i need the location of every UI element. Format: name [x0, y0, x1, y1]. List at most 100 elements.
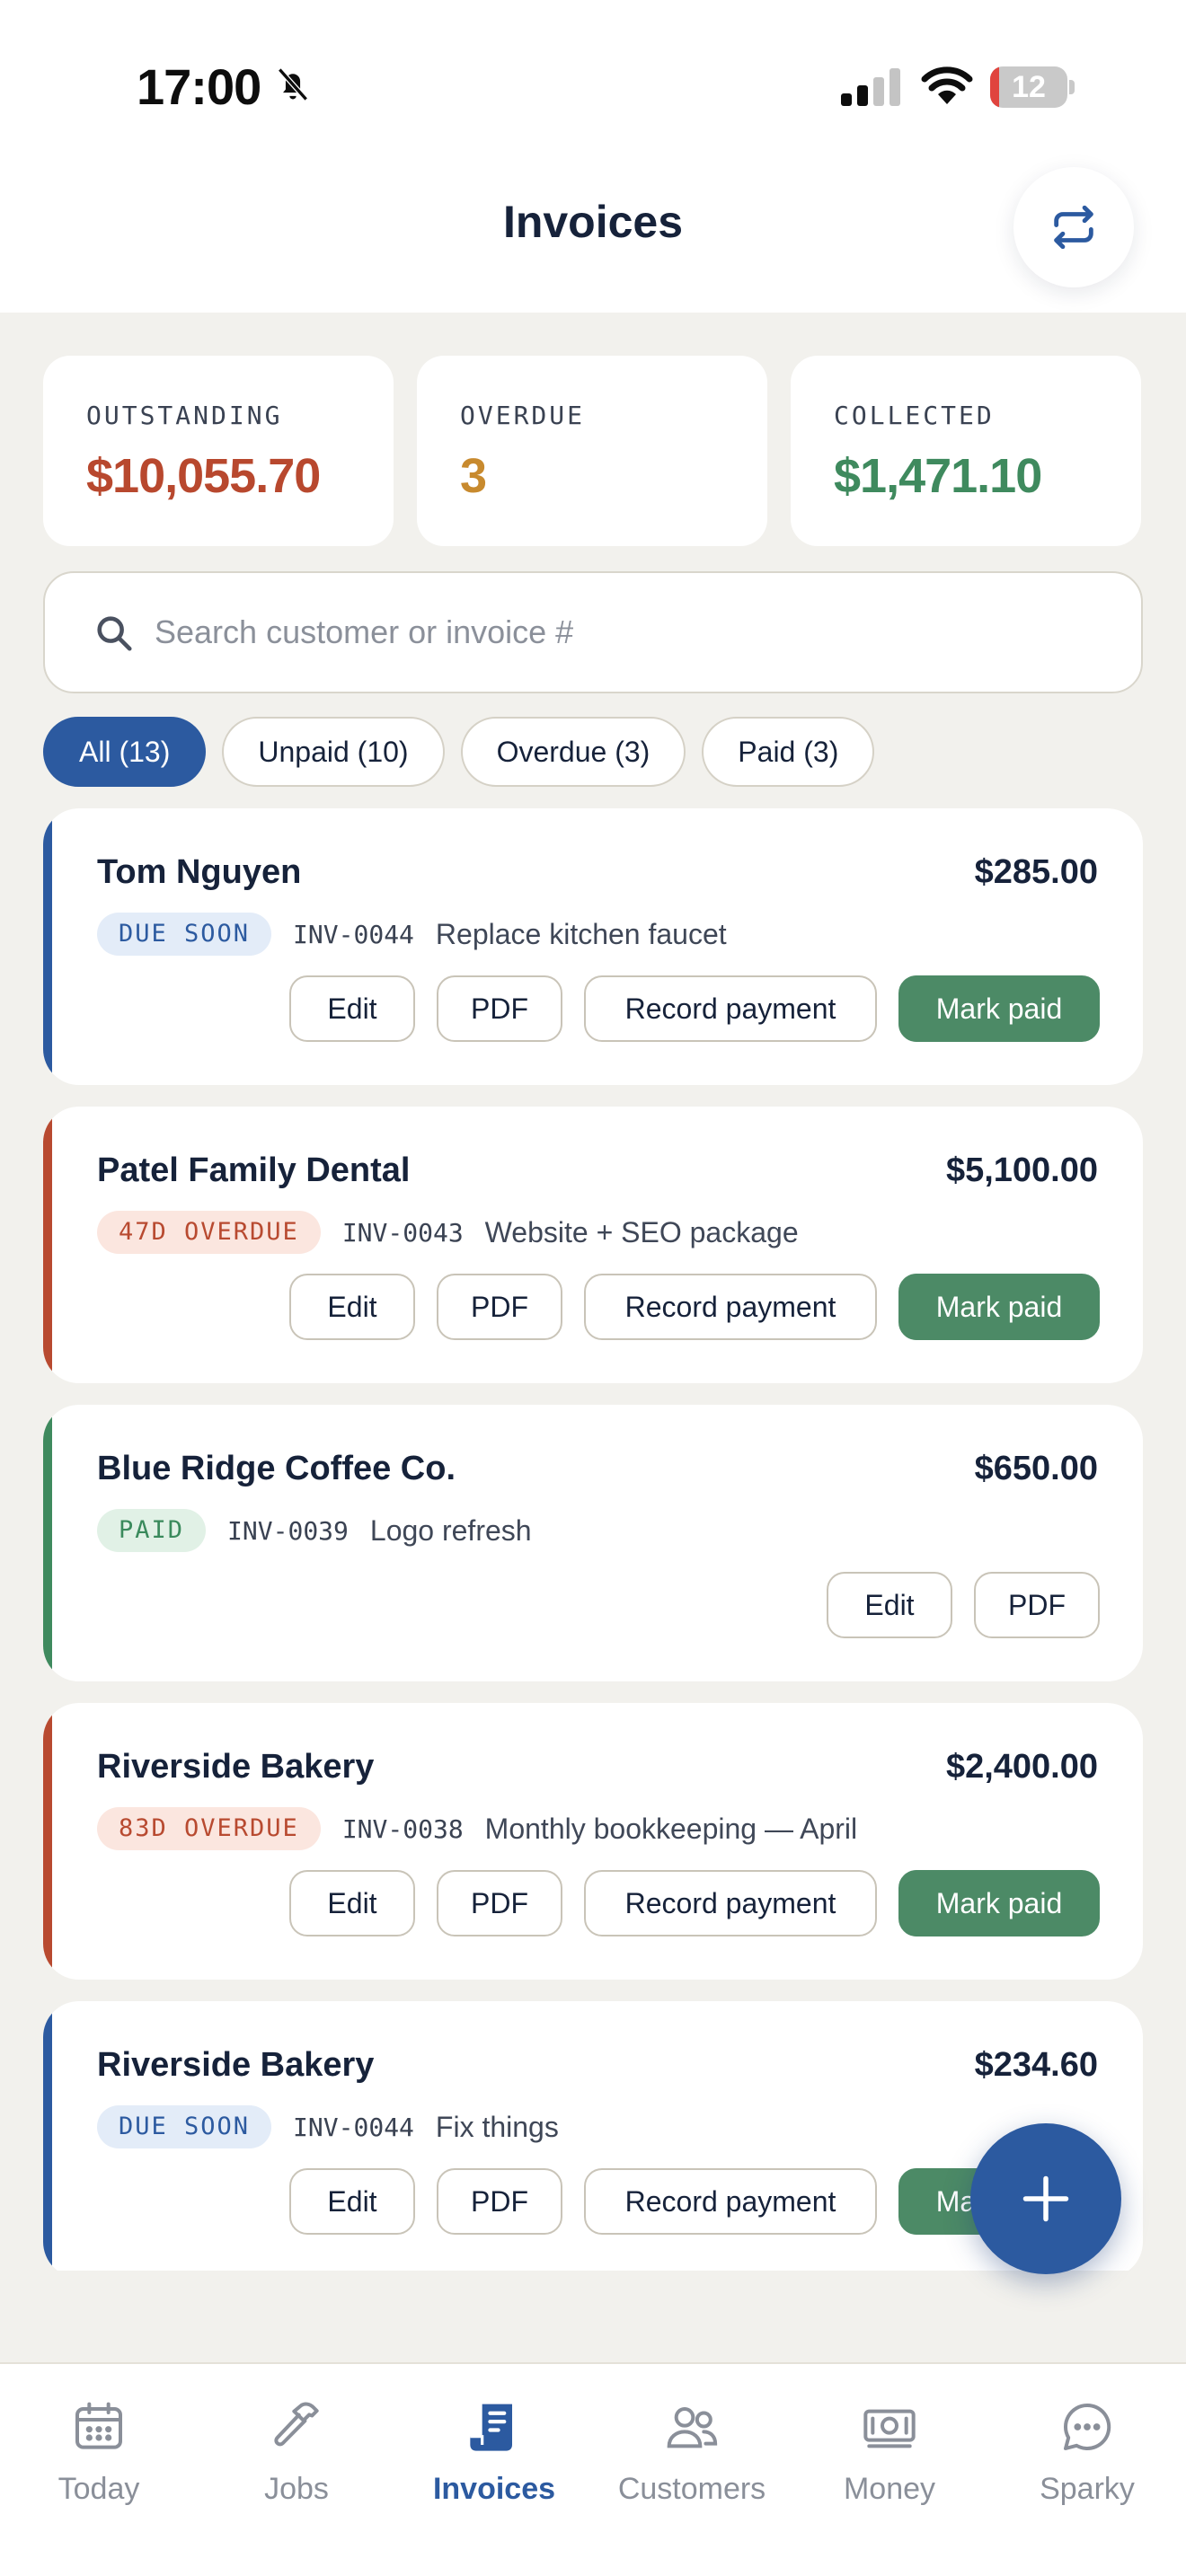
record-payment-button[interactable]: Record payment	[584, 2168, 877, 2235]
edit-button[interactable]: Edit	[289, 2168, 415, 2235]
search-box[interactable]	[43, 571, 1143, 693]
banknote-icon	[863, 2409, 916, 2448]
status-stripe	[43, 1107, 52, 1383]
tab-today[interactable]: Today	[0, 2364, 198, 2544]
stat-card-outstanding: OUTSTANDING $10,055.70	[43, 356, 394, 546]
record-payment-button[interactable]: Record payment	[584, 1870, 877, 1936]
status-badge: DUE SOON	[97, 2105, 272, 2148]
record-payment-button[interactable]: Record payment	[584, 975, 877, 1042]
mark-paid-button[interactable]: Mark paid	[898, 975, 1100, 1042]
pdf-button[interactable]: PDF	[437, 1274, 562, 1340]
invoice-number: INV-0044	[293, 919, 414, 949]
invoice-description: Logo refresh	[369, 1513, 532, 1547]
search-icon	[97, 616, 132, 651]
mark-paid-button[interactable]: Mark paid	[898, 1870, 1100, 1936]
invoice-amount: $5,100.00	[945, 1151, 1098, 1189]
tab-invoices[interactable]: Invoices	[395, 2364, 593, 2544]
filter-chip-all[interactable]: All (13)	[43, 717, 207, 787]
stat-card-overdue: OVERDUE 3	[417, 356, 767, 546]
stat-value-collected: $1,471.10	[834, 449, 1042, 503]
status-badge: 83D OVERDUE	[97, 1807, 321, 1850]
repeat-arrows-icon	[1054, 205, 1093, 250]
invoice-customer: Patel Family Dental	[97, 1151, 411, 1189]
pdf-button[interactable]: PDF	[974, 1572, 1100, 1638]
stat-label: OVERDUE	[460, 401, 586, 430]
battery-indicator: 12	[990, 66, 1075, 108]
invoice-description: Fix things	[435, 2110, 559, 2143]
record-payment-button[interactable]: Record payment	[584, 1274, 877, 1340]
edit-button[interactable]: Edit	[289, 975, 415, 1042]
tab-label: Customers	[617, 2472, 766, 2506]
chat-bubble-icon	[1064, 2403, 1111, 2450]
page-title: Invoices	[502, 197, 684, 247]
edit-button[interactable]: Edit	[827, 1572, 952, 1638]
invoice-description: Replace kitchen faucet	[435, 917, 727, 950]
invoice-description: Monthly bookkeeping — April	[484, 1812, 858, 1845]
top-bar: 17:00 12 Invoices	[0, 0, 1186, 313]
pdf-button[interactable]: PDF	[437, 975, 562, 1042]
filter-chips: All (13) Unpaid (10) Overdue (3) Paid (3…	[43, 717, 875, 787]
status-stripe	[43, 2001, 52, 2271]
invoice-number: INV-0044	[293, 2112, 414, 2142]
status-stripe	[43, 808, 52, 1085]
tab-label: Today	[58, 2472, 140, 2506]
calendar-icon	[75, 2402, 122, 2449]
invoice-card[interactable]: Blue Ridge Coffee Co. $650.00 PAID INV-0…	[43, 1405, 1143, 1681]
search-input[interactable]	[155, 573, 1107, 692]
invoice-card[interactable]: Tom Nguyen $285.00 DUE SOON INV-0044 Rep…	[43, 808, 1143, 1085]
invoice-customer: Riverside Bakery	[97, 1748, 375, 1786]
status-stripe	[43, 1703, 52, 1980]
pdf-button[interactable]: PDF	[437, 2168, 562, 2235]
status-badge: 47D OVERDUE	[97, 1211, 321, 1254]
invoice-customer: Tom Nguyen	[97, 853, 302, 891]
filter-chip-unpaid[interactable]: Unpaid (10)	[222, 717, 445, 787]
filter-chip-paid[interactable]: Paid (3)	[702, 717, 875, 787]
status-badge: DUE SOON	[97, 913, 272, 956]
cellular-signal-icon	[841, 68, 900, 106]
invoice-number: INV-0043	[341, 1217, 464, 1248]
stat-value-outstanding: $10,055.70	[86, 449, 321, 503]
wifi-icon	[921, 66, 973, 104]
tab-label: Sparky	[1040, 2472, 1135, 2506]
hammer-icon	[274, 2402, 319, 2447]
pdf-button[interactable]: PDF	[437, 1870, 562, 1936]
receipt-icon	[470, 2404, 512, 2451]
invoice-customer: Blue Ridge Coffee Co.	[97, 1450, 456, 1487]
invoice-card[interactable]: Riverside Bakery $2,400.00 83D OVERDUE I…	[43, 1703, 1143, 1980]
tab-label: Invoices	[432, 2472, 556, 2506]
tab-label: Jobs	[264, 2472, 329, 2506]
edit-button[interactable]: Edit	[289, 1870, 415, 1936]
sync-button[interactable]	[1013, 167, 1134, 287]
invoice-amount: $2,400.00	[945, 1748, 1098, 1786]
silent-bell-icon	[278, 67, 308, 101]
invoice-description: Website + SEO package	[484, 1215, 799, 1248]
invoice-number: INV-0038	[341, 1813, 464, 1844]
mark-paid-button[interactable]: Mark paid	[898, 1274, 1100, 1340]
edit-button[interactable]: Edit	[289, 1274, 415, 1340]
status-badge: PAID	[97, 1509, 207, 1552]
stat-card-collected: COLLECTED $1,471.10	[791, 356, 1141, 546]
stat-label: OUTSTANDING	[86, 401, 283, 430]
add-invoice-button[interactable]	[970, 2123, 1121, 2274]
invoice-amount: $650.00	[974, 1450, 1098, 1487]
tab-sparky[interactable]: Sparky	[988, 2364, 1186, 2544]
tab-bar: Today Jobs Invoices Customers Money Spar…	[0, 2362, 1186, 2576]
plus-icon	[1022, 2175, 1069, 2222]
invoice-customer: Riverside Bakery	[97, 2046, 375, 2084]
stat-label: COLLECTED	[834, 401, 995, 430]
invoice-number: INV-0039	[227, 1515, 349, 1546]
invoice-amount: $234.60	[974, 2046, 1098, 2084]
tab-customers[interactable]: Customers	[593, 2364, 791, 2544]
invoice-card[interactable]: Patel Family Dental $5,100.00 47D OVERDU…	[43, 1107, 1143, 1383]
status-stripe	[43, 1405, 52, 1681]
tab-jobs[interactable]: Jobs	[198, 2364, 395, 2544]
people-icon	[667, 2407, 718, 2448]
invoice-amount: $285.00	[974, 853, 1098, 891]
tab-label: Money	[843, 2472, 936, 2506]
battery-level-text: 12	[1012, 70, 1046, 104]
invoice-list: Tom Nguyen $285.00 DUE SOON INV-0044 Rep…	[43, 808, 1143, 2271]
filter-chip-overdue[interactable]: Overdue (3)	[460, 717, 686, 787]
tab-money[interactable]: Money	[791, 2364, 988, 2544]
status-time: 17:00	[137, 58, 261, 115]
stat-value-overdue: 3	[460, 449, 487, 503]
